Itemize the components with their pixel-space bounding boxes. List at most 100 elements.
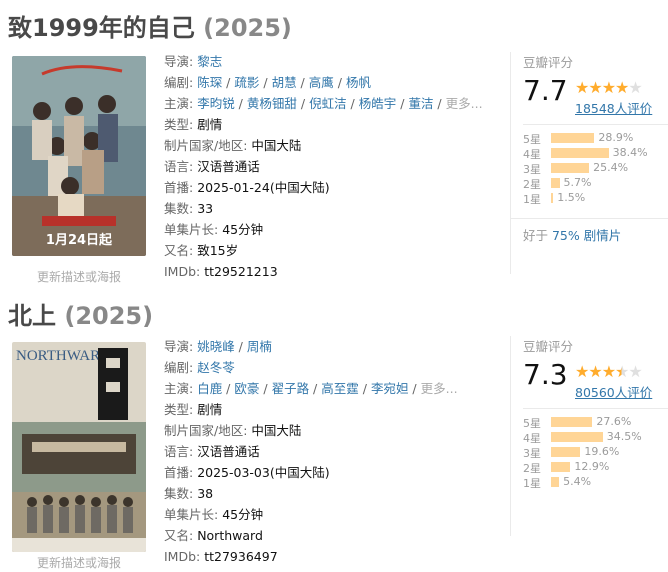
runtime-label: 单集片长: [164, 222, 223, 237]
movie-poster[interactable]: 1月24日起 [12, 56, 146, 256]
movie-year: (2025) [203, 14, 292, 42]
genre-label: 类型: [164, 402, 198, 417]
runtime-value: 45分钟 [222, 507, 264, 522]
rating-stars-icon: ★★★★★ [575, 362, 643, 381]
rating-bar [551, 133, 595, 143]
star-icon: ★ [628, 78, 642, 97]
rating-bar-row: 3星 19.6% [523, 444, 668, 460]
rating-divider [523, 408, 668, 409]
writer-link[interactable]: 陈琛 [197, 75, 222, 90]
rating-bar-row: 1星 1.5% [523, 190, 668, 206]
rating-votes-link[interactable]: 18548人评价 [575, 98, 652, 117]
director-link[interactable]: 周楠 [247, 339, 272, 354]
rating-better-than: 好于 75% 剧情片 [523, 225, 621, 244]
more-cast-link[interactable]: 更多... [446, 96, 483, 111]
country-label: 制片国家/地区: [164, 138, 252, 153]
rating-bar-row: 2星 12.9% [523, 459, 668, 475]
premiere-row: 首播: 2025-01-24(中国大陆) [164, 177, 504, 198]
cast-link[interactable]: 李昀锐 [197, 96, 235, 111]
rating-bar-label: 1星 [523, 477, 541, 490]
director-label: 导演: [164, 339, 198, 354]
rating-bar-pct: 12.9% [574, 460, 610, 473]
movie-title: 致1999年的自己 (2025) [8, 8, 292, 43]
edit-poster-link[interactable]: 更新描述或海报 [12, 268, 146, 285]
star-icon: ★ [615, 362, 629, 381]
writer-link[interactable]: 杨帆 [346, 75, 371, 90]
movie-poster[interactable]: NORTHWARD [12, 342, 146, 552]
cast-link[interactable]: 白鹿 [197, 381, 222, 396]
director-link[interactable]: 姚晓峰 [197, 339, 235, 354]
writer-link[interactable]: 疏影 [234, 75, 259, 90]
rating-bar-pct: 38.4% [612, 146, 648, 159]
premiere-value: 2025-01-24(中国大陆) [197, 180, 330, 195]
rating-bar-pct: 25.4% [593, 161, 629, 174]
rating-divider [511, 218, 668, 219]
rating-bar-row: 4星 34.5% [523, 429, 668, 445]
writer-link[interactable]: 高鹰 [309, 75, 334, 90]
director-link[interactable]: 黎志 [197, 54, 222, 69]
better-pct-link[interactable]: 75% 剧情片 [552, 228, 621, 243]
rating-bar-pct: 19.6% [584, 445, 620, 458]
director-label: 导演: [164, 54, 198, 69]
rating-head: 豆瓣评分 [523, 55, 574, 70]
genre-value: 剧情 [197, 117, 223, 132]
premiere-label: 首播: [164, 465, 198, 480]
rating-votes-link[interactable]: 80560人评价 [575, 382, 652, 401]
cast-label: 主演: [164, 96, 198, 111]
cast-link[interactable]: 高至霆 [321, 381, 359, 396]
better-pct: 75% [551, 228, 580, 243]
rating-panel: 豆瓣评分 7.3 ★★★★★ 80560人评价 5星 27.6% 4星 34.5% 3星… [510, 336, 668, 536]
writer-label: 编剧: [164, 360, 198, 375]
rating-bar-row: 2星 5.7% [523, 175, 668, 191]
writer-link[interactable]: 赵冬苓 [197, 360, 235, 375]
rating-score: 7.3 [523, 358, 568, 391]
cast-link[interactable]: 翟子路 [272, 381, 310, 396]
runtime-value: 45分钟 [222, 222, 264, 237]
rating-panel: 豆瓣评分 7.7 ★★★★★ 18548人评价 5星 28.9% 4星 38.4% 3星… [510, 52, 668, 274]
rating-bar-label: 1星 [523, 193, 541, 206]
better-prefix: 好于 [523, 228, 552, 243]
cast-link[interactable]: 李宛妲 [371, 381, 409, 396]
cast-link[interactable]: 黄杨钿甜 [247, 96, 297, 111]
cast-link[interactable]: 董洁 [408, 96, 433, 111]
aka-label: 又名: [164, 528, 198, 543]
rating-bar [551, 163, 590, 173]
rating-bar-pct: 5.7% [563, 176, 592, 189]
episodes-label: 集数: [164, 486, 198, 501]
star-icon: ★ [575, 78, 589, 97]
movie-title-text: 致1999年的自己 [8, 14, 195, 42]
movie-title: 北上 (2025) [8, 296, 153, 331]
writer-link[interactable]: 胡慧 [272, 75, 297, 90]
rating-bar [551, 148, 609, 158]
rating-bar-pct: 34.5% [606, 430, 642, 443]
aka-row: 又名: 致15岁 [164, 240, 504, 261]
rating-score: 7.7 [523, 74, 568, 107]
star-icon: ★ [628, 362, 642, 381]
aka-value: 致15岁 [197, 243, 239, 258]
aka-row: 又名: Northward [164, 525, 504, 546]
imdb-value: tt27936497 [204, 549, 278, 564]
rating-bar [551, 477, 560, 487]
genre-label: 类型: [164, 117, 198, 132]
rating-bar-pct: 28.9% [598, 131, 634, 144]
genre-value: 剧情 [197, 402, 223, 417]
episodes-row: 集数: 38 [164, 483, 504, 504]
edit-poster-link[interactable]: 更新描述或海报 [12, 554, 146, 571]
rating-bar-pct: 1.5% [557, 191, 586, 204]
language-label: 语言: [164, 444, 198, 459]
rating-bar [551, 417, 593, 427]
aka-label: 又名: [164, 243, 198, 258]
language-value: 汉语普通话 [197, 159, 260, 174]
language-label: 语言: [164, 159, 198, 174]
cast-link[interactable]: 倪虹洁 [309, 96, 347, 111]
runtime-label: 单集片长: [164, 507, 223, 522]
rating-bar-row: 5星 28.9% [523, 130, 668, 146]
imdb-label: IMDb: [164, 264, 205, 279]
runtime-row: 单集片长: 45分钟 [164, 504, 504, 525]
cast-link[interactable]: 杨皓宇 [359, 96, 397, 111]
imdb-row: IMDb: tt29521213 [164, 261, 504, 282]
country-label: 制片国家/地区: [164, 423, 252, 438]
language-row: 语言: 汉语普通话 [164, 441, 504, 462]
more-cast-link[interactable]: 更多... [421, 381, 458, 396]
cast-link[interactable]: 欧豪 [234, 381, 259, 396]
